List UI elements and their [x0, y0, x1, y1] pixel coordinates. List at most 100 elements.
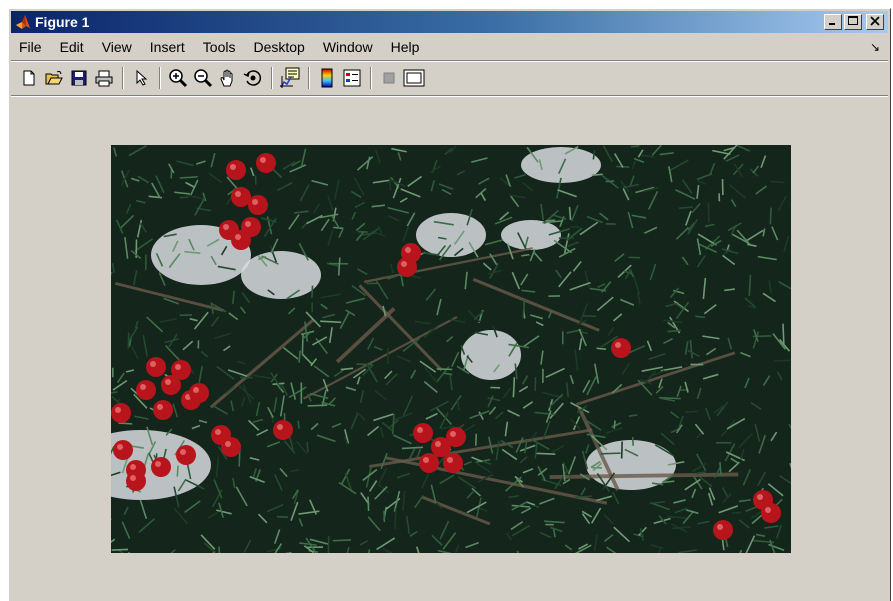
- holly-berry: [151, 457, 171, 477]
- holly-berry: [126, 471, 146, 491]
- berry-highlight: [157, 404, 163, 410]
- berry-highlight: [130, 464, 136, 470]
- holly-berry: [153, 400, 173, 420]
- menu-help[interactable]: Help: [382, 37, 429, 57]
- berry-highlight: [175, 364, 181, 370]
- minimize-button[interactable]: [824, 14, 842, 30]
- open-file-icon[interactable]: [42, 66, 66, 90]
- holly-berry: [171, 360, 191, 380]
- close-icon: [870, 13, 880, 31]
- berry-highlight: [450, 431, 456, 437]
- berry-highlight: [277, 424, 283, 430]
- menu-tools[interactable]: Tools: [194, 37, 245, 57]
- berry-highlight: [717, 524, 723, 530]
- berry-highlight: [447, 457, 453, 463]
- menu-insert[interactable]: Insert: [141, 37, 194, 57]
- holly-berry: [397, 257, 417, 277]
- berry-highlight: [165, 379, 171, 385]
- holly-berry: [241, 217, 261, 237]
- minimize-icon: [828, 13, 838, 31]
- print-figure-icon[interactable]: [92, 66, 116, 90]
- holly-berry: [226, 160, 246, 180]
- berry-highlight: [230, 164, 236, 170]
- snow-patch: [416, 213, 486, 257]
- holly-berry: [189, 383, 209, 403]
- show-plot-tools-icon[interactable]: [402, 66, 426, 90]
- holly-berry: [231, 187, 251, 207]
- toolbar-separator: [370, 67, 372, 89]
- title-bar[interactable]: Figure 1: [11, 11, 888, 33]
- matlab-logo-icon[interactable]: [14, 13, 32, 31]
- holly-berry: [136, 380, 156, 400]
- holly-berry: [221, 437, 241, 457]
- dock-arrow-icon[interactable]: ↘: [870, 40, 880, 54]
- maximize-button[interactable]: [844, 14, 862, 30]
- berry-highlight: [140, 384, 146, 390]
- new-figure-icon[interactable]: [17, 66, 41, 90]
- berry-highlight: [417, 427, 423, 433]
- holly-berry: [256, 153, 276, 173]
- berry-highlight: [615, 342, 621, 348]
- rotate-3d-icon[interactable]: [241, 66, 265, 90]
- berry-highlight: [225, 441, 231, 447]
- menu-desktop[interactable]: Desktop: [244, 37, 313, 57]
- holly-berry: [176, 445, 196, 465]
- zoom-out-icon[interactable]: [191, 66, 215, 90]
- insert-legend-icon[interactable]: [340, 66, 364, 90]
- save-figure-icon[interactable]: [67, 66, 91, 90]
- menu-view[interactable]: View: [93, 37, 141, 57]
- berry-highlight: [245, 221, 251, 227]
- menu-file[interactable]: File: [11, 37, 51, 57]
- figure-toolbar: [11, 63, 888, 93]
- snow-patch: [501, 220, 561, 250]
- snow-patch: [241, 251, 321, 299]
- close-button[interactable]: [866, 14, 884, 30]
- pan-hand-icon[interactable]: [216, 66, 240, 90]
- berry-highlight: [765, 507, 771, 513]
- berry-highlight: [180, 449, 186, 455]
- edit-plot-arrow-icon[interactable]: [129, 66, 153, 90]
- berry-highlight: [155, 461, 161, 467]
- toolbar-separator-line: [11, 95, 888, 97]
- figure-canvas[interactable]: [11, 99, 888, 601]
- holly-berry: [146, 357, 166, 377]
- holly-berry: [248, 195, 268, 215]
- berry-highlight: [757, 494, 763, 500]
- holly-berry: [419, 453, 439, 473]
- berry-highlight: [252, 199, 258, 205]
- maximize-icon: [848, 13, 858, 31]
- menu-bar: File Edit View Insert Tools Desktop Wind…: [11, 36, 888, 58]
- holly-berry: [713, 520, 733, 540]
- berry-highlight: [235, 191, 241, 197]
- holly-berry: [611, 338, 631, 358]
- toolbar-separator: [122, 67, 124, 89]
- berry-highlight: [130, 475, 136, 481]
- berry-highlight: [223, 224, 229, 230]
- snow-patch: [521, 147, 601, 183]
- berry-highlight: [435, 441, 441, 447]
- berry-highlight: [235, 234, 241, 240]
- holly-berry: [113, 440, 133, 460]
- berry-highlight: [150, 361, 156, 367]
- berry-highlight: [405, 247, 411, 253]
- insert-colorbar-icon[interactable]: [315, 66, 339, 90]
- figure-window: Figure 1 File Edit View Insert Tools Des…: [8, 8, 891, 601]
- holly-berry: [443, 453, 463, 473]
- berry-highlight: [193, 387, 199, 393]
- holly-berry: [111, 403, 131, 423]
- window-title: Figure 1: [35, 14, 90, 30]
- holly-berry: [761, 503, 781, 523]
- menu-window[interactable]: Window: [314, 37, 382, 57]
- toolbar-separator: [308, 67, 310, 89]
- snow-patch: [461, 330, 521, 380]
- zoom-in-icon[interactable]: [166, 66, 190, 90]
- toolbar-separator: [271, 67, 273, 89]
- hide-plot-tools-icon[interactable]: [377, 66, 401, 90]
- holly-berries-image[interactable]: [111, 145, 791, 553]
- berry-highlight: [401, 261, 407, 267]
- holly-berry: [273, 420, 293, 440]
- berry-highlight: [115, 407, 121, 413]
- berry-highlight: [117, 444, 123, 450]
- data-cursor-icon[interactable]: [278, 66, 302, 90]
- menu-edit[interactable]: Edit: [51, 37, 93, 57]
